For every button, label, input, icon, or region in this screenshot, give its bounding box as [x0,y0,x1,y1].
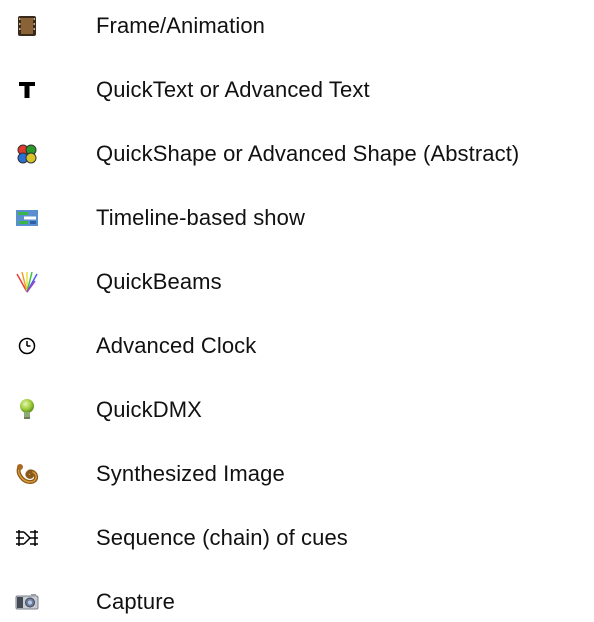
legend-label: Capture [96,589,175,614]
legend-label: QuickBeams [96,269,222,294]
legend-row-advanced-clock: Advanced Clock [0,326,594,366]
film-frame-icon [14,13,40,39]
legend-row-frame-animation: Frame/Animation [0,6,594,46]
legend-label: QuickText or Advanced Text [96,77,370,102]
legend-label: Sequence (chain) of cues [96,525,348,550]
bulb-icon [14,397,40,423]
legend-label: QuickShape or Advanced Shape (Abstract) [96,141,520,166]
legend-label: Advanced Clock [96,333,257,358]
text-t-icon [14,77,40,103]
legend-row-capture: Capture [0,582,594,622]
legend-label: Frame/Animation [96,13,266,38]
legend-row-quickbeams: QuickBeams [0,262,594,302]
legend-row-quicktext: QuickText or Advanced Text [0,70,594,110]
synth-blob-icon [14,461,40,487]
clock-icon [14,333,40,359]
legend-row-sequence: Sequence (chain) of cues [0,518,594,558]
legend-label: QuickDMX [96,397,202,422]
legend-row-timeline: Timeline-based show [0,198,594,238]
beams-fan-icon [14,269,40,295]
legend-row-synthesized-image: Synthesized Image [0,454,594,494]
legend-label: Synthesized Image [96,461,285,486]
legend-label: Timeline-based show [96,205,305,230]
sequence-chain-icon [14,525,40,551]
timeline-bars-icon [14,205,40,231]
shape-clover-icon [14,141,40,167]
legend-row-quickshape: QuickShape or Advanced Shape (Abstract) [0,134,594,174]
legend-row-quickdmx: QuickDMX [0,390,594,430]
camera-icon [14,589,40,615]
cue-type-legend: Frame/Animation QuickText or Advanced Te… [0,0,594,618]
